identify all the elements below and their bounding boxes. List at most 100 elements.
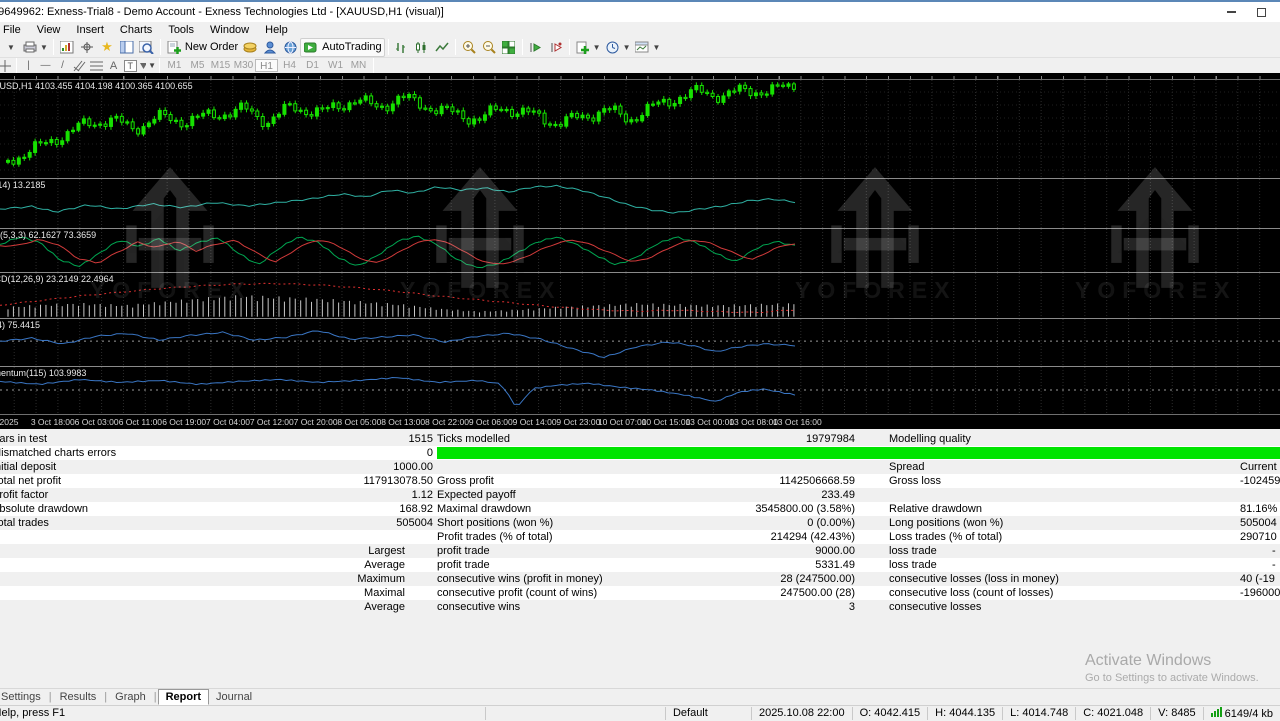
status-right-group: Default2025.10.08 22:00O: 4042.415H: 404… xyxy=(485,706,1280,720)
connection-bars-icon xyxy=(1211,707,1222,717)
timeframe-m15[interactable]: M15 xyxy=(209,59,232,72)
pane-label-atr: ATR(14) 13.2185 xyxy=(0,180,45,190)
report-value: 0 (0.00%) xyxy=(618,516,855,530)
star-icon: ★ xyxy=(99,39,115,55)
menu-help[interactable]: Help xyxy=(257,24,296,36)
toolbar-separator xyxy=(160,39,161,55)
menu-window[interactable]: Window xyxy=(202,24,257,36)
timeframe-m30[interactable]: M30 xyxy=(232,59,255,72)
timeframe-m5[interactable]: M5 xyxy=(186,59,209,72)
status-high: H: 4044.135 xyxy=(927,707,1002,720)
candlestick-icon xyxy=(414,39,430,55)
auto-scroll-icon xyxy=(528,39,544,55)
person-icon xyxy=(262,39,278,55)
market-watch-button[interactable] xyxy=(57,38,77,57)
time-axis[interactable]: 20253 Oct 18:006 Oct 03:006 Oct 11:006 O… xyxy=(0,414,1280,429)
periods-button[interactable]: ▼ xyxy=(603,38,633,57)
strategy-tester-button[interactable] xyxy=(137,38,157,57)
report-value: 9000.00 xyxy=(618,544,855,558)
chart-pane-mom: Momentum(115) 103.9983 xyxy=(0,366,1280,414)
community-button[interactable] xyxy=(280,38,300,57)
cursor-tool[interactable] xyxy=(0,59,13,73)
report-label: Initial deposit xyxy=(0,460,302,474)
arrows-tool[interactable]: ▼ xyxy=(139,59,156,73)
gold-coins-icon xyxy=(242,39,258,55)
menu-charts[interactable]: Charts xyxy=(112,24,160,36)
zoom-in-button[interactable] xyxy=(459,38,479,57)
auto-scroll-button[interactable] xyxy=(526,38,546,57)
title-bar: 69649962: Exness-Trial8 - Demo Account -… xyxy=(0,0,1280,22)
report-row: Profit trades (% of total)214294 (42.43%… xyxy=(0,530,1280,544)
report-label: consecutive loss (count of losses) xyxy=(889,586,1234,600)
menu-view[interactable]: View xyxy=(29,24,69,36)
tab-graph[interactable]: Graph xyxy=(108,690,153,704)
report-label: Total net profit xyxy=(0,474,302,488)
tile-windows-button[interactable] xyxy=(499,38,519,57)
autotrading-button[interactable]: AutoTrading xyxy=(300,38,385,57)
zoom-out-button[interactable] xyxy=(479,38,499,57)
report-label: Modelling quality xyxy=(889,432,1234,446)
candlestick-chart-button[interactable] xyxy=(412,38,432,57)
navigator-button[interactable] xyxy=(117,38,137,57)
text-tool[interactable]: A xyxy=(105,59,122,73)
toolbar-separator xyxy=(455,39,456,55)
chart-shift-button[interactable] xyxy=(546,38,566,57)
fibonacci-tool[interactable] xyxy=(88,59,105,73)
channel-tool[interactable] xyxy=(71,59,88,73)
window-title: 69649962: Exness-Trial8 - Demo Account -… xyxy=(0,6,444,18)
tab-results[interactable]: Results xyxy=(53,690,104,704)
favorites-button[interactable]: ★ xyxy=(97,38,117,57)
new-chart-button[interactable]: ▼ xyxy=(0,38,20,57)
report-row: Absolute drawdown168.92Maximal drawdown3… xyxy=(0,502,1280,516)
data-window-button[interactable] xyxy=(77,38,97,57)
maximize-button[interactable] xyxy=(1248,5,1274,21)
timeframe-h4[interactable]: H4 xyxy=(278,59,301,72)
indicators-button[interactable]: ▼ xyxy=(573,38,603,57)
timeframe-w1[interactable]: W1 xyxy=(324,59,347,72)
timeframe-m1[interactable]: M1 xyxy=(163,59,186,72)
deposit-button[interactable] xyxy=(240,38,260,57)
timeframe-d1[interactable]: D1 xyxy=(301,59,324,72)
status-time: 2025.10.08 22:00 xyxy=(751,707,852,720)
menu-file[interactable]: File xyxy=(0,24,29,36)
templates-button[interactable]: ▼ xyxy=(632,38,662,57)
status-spacer xyxy=(485,707,665,720)
profiles-button[interactable]: ▼ xyxy=(20,38,50,57)
chart-area[interactable]: XAUUSD,H1 4103.455 4104.198 4100.365 410… xyxy=(0,73,1280,429)
report-row: Profit factor1.12Expected payoff233.49 xyxy=(0,488,1280,502)
vertical-line-tool[interactable]: | xyxy=(20,59,37,73)
report-label: loss trade xyxy=(889,558,1234,572)
report-value: 1000.00 xyxy=(280,460,433,474)
tab-journal[interactable]: Journal xyxy=(209,690,259,704)
minimize-button[interactable] xyxy=(1218,5,1244,21)
menu-tools[interactable]: Tools xyxy=(160,24,202,36)
report-label: loss trade xyxy=(889,544,1234,558)
timeframe-group: M1M5M15M30H1H4D1W1MN xyxy=(163,59,370,72)
horizontal-line-tool[interactable]: — xyxy=(37,59,54,73)
time-axis-label: 13 Oct 08:00 xyxy=(729,417,779,427)
time-axis-label: 13 Oct 16:00 xyxy=(772,417,822,427)
time-axis-label: 8 Oct 22:00 xyxy=(422,417,472,427)
tab-report[interactable]: Report xyxy=(158,689,209,705)
tab-settings[interactable]: Settings xyxy=(0,690,48,704)
report-value: 505004 xyxy=(280,516,433,530)
new-order-button[interactable]: New Order xyxy=(164,38,240,57)
report-sublabel: Largest xyxy=(250,544,405,558)
report-row: Bars in test1515Ticks modelled19797984Mo… xyxy=(0,432,1280,446)
toolbar-separator xyxy=(569,39,570,55)
bar-chart-button[interactable] xyxy=(392,38,412,57)
text-label-tool[interactable]: T xyxy=(122,59,139,73)
chart-shift-icon xyxy=(548,39,564,55)
pane-label-rsi: RSI(14) 75.4415 xyxy=(0,320,40,330)
report-row: Largestprofit trade9000.00loss trade- xyxy=(0,544,1280,558)
tester-tabs-bar: Settings|Results|Graph|ReportJournal xyxy=(0,688,1280,705)
standard-toolbar: ▼ ▼ ★ New Order AutoTrading xyxy=(0,37,1280,58)
trendline-tool[interactable]: / xyxy=(54,59,71,73)
menu-insert[interactable]: Insert xyxy=(68,24,112,36)
timeframe-h1[interactable]: H1 xyxy=(255,59,278,72)
line-chart-button[interactable] xyxy=(432,38,452,57)
line-studies-toolbar: | — / A T ▼ M1M5M15M30H1H4D1W1MN xyxy=(0,58,1280,73)
report-value: 290710 ( xyxy=(1240,530,1280,544)
accounts-button[interactable] xyxy=(260,38,280,57)
timeframe-mn[interactable]: MN xyxy=(347,59,370,72)
